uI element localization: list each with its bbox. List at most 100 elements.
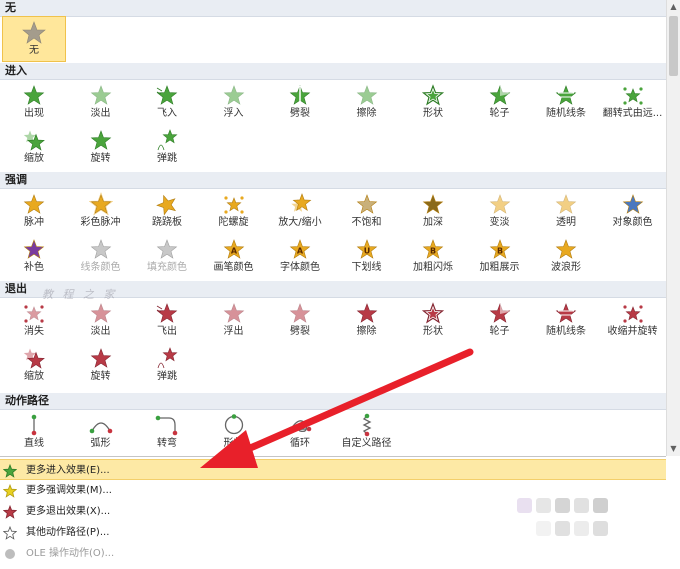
motion-effect-tile[interactable]: 直线: [1, 411, 67, 451]
emphasis-effect-tile[interactable]: 放大/缩小: [267, 190, 333, 230]
gallery-scrollbar[interactable]: ▲ ▼: [666, 0, 680, 456]
svg-text:B: B: [496, 247, 502, 256]
entrance-effect-label: 擦除: [356, 108, 377, 119]
exit-effect-tile[interactable]: 浮出: [201, 299, 267, 339]
exit-effect-label: 收缩并旋转: [607, 326, 658, 337]
exit-effect-tile[interactable]: 飞出: [134, 299, 200, 339]
emphasis-effect-label: 脉冲: [24, 217, 44, 228]
exit-effect-tile[interactable]: 收缩并旋转: [600, 299, 666, 339]
entrance-effect-tile[interactable]: 形状: [400, 81, 466, 121]
entrance-effect-tile[interactable]: 劈裂: [267, 81, 333, 121]
emphasis-effect-tile[interactable]: A 字体颜色: [267, 235, 333, 275]
red-fly-icon: [134, 301, 200, 325]
exit-effect-tile[interactable]: 旋转: [68, 344, 134, 384]
gold-desat-icon: [334, 192, 400, 216]
emphasis-effect-tile[interactable]: U 下划线: [334, 235, 400, 275]
entrance-effect-tile[interactable]: 旋转: [68, 126, 134, 166]
entrance-effect-tile[interactable]: 淡出: [68, 81, 134, 121]
red-disappear-icon: [1, 301, 67, 325]
red-fade-icon: [68, 301, 134, 325]
menu-item-more-effects[interactable]: 更多进入效果(E)...: [0, 459, 666, 480]
entrance-effect-tile[interactable]: 弹跳: [134, 126, 200, 166]
exit-effect-tile[interactable]: 随机线条: [533, 299, 599, 339]
entrance-effect-label: 轮子: [489, 108, 510, 119]
emphasis-effect-tile[interactable]: B 加粗展示: [467, 235, 533, 275]
emphasis-effect-label: 补色: [24, 262, 44, 273]
emphasis-effect-tile[interactable]: 填充颜色: [134, 235, 200, 275]
path-arc-icon: [68, 413, 134, 437]
emphasis-effect-tile[interactable]: 透明: [533, 190, 599, 230]
emphasis-effect-label: 加粗闪烁: [413, 262, 453, 273]
ole-icon: [3, 547, 17, 561]
exit-effect-tile[interactable]: 擦除: [334, 299, 400, 339]
green-star-icon: [2, 463, 18, 478]
emphasis-effect-tile[interactable]: 补色: [1, 235, 67, 275]
exit-effect-label: 浮出: [223, 326, 244, 337]
emphasis-effect-label: 不饱和: [351, 217, 382, 228]
entrance-effect-tile[interactable]: 浮入: [201, 81, 267, 121]
path-line-icon: [1, 413, 67, 437]
gold-a-icon: A: [267, 237, 333, 261]
menu-item-label: 更多强调效果(M)...: [26, 485, 112, 496]
red-light-icon: [267, 301, 333, 325]
emphasis-effect-tile[interactable]: 彩色脉冲: [68, 190, 134, 230]
motion-effect-tile[interactable]: 自定义路径: [334, 411, 400, 451]
entrance-effect-tile[interactable]: 轮子: [467, 81, 533, 121]
gold-u-icon: U: [334, 237, 400, 261]
entrance-effect-label: 旋转: [90, 153, 111, 164]
exit-effect-tile[interactable]: 缩放: [1, 344, 67, 384]
entrance-effect-label: 形状: [423, 108, 443, 119]
entrance-effect-tile[interactable]: 随机线条: [533, 81, 599, 121]
exit-effect-tile[interactable]: 弹跳: [134, 344, 200, 384]
blurred-logo: [515, 496, 645, 544]
effect-none-tile[interactable]: 无: [2, 16, 66, 62]
emphasis-effect-tile[interactable]: 不饱和: [334, 190, 400, 230]
exit-effect-tile[interactable]: 轮子: [467, 299, 533, 339]
scroll-down-icon[interactable]: ▼: [667, 442, 680, 455]
red-wheel-icon: [467, 301, 533, 325]
scroll-up-icon[interactable]: ▲: [667, 0, 680, 13]
emphasis-effect-tile[interactable]: 陀螺旋: [201, 190, 267, 230]
emphasis-effect-tile[interactable]: 波浪形: [533, 235, 599, 275]
exit-effect-tile[interactable]: 消失: [1, 299, 67, 339]
emphasis-effect-label: 加深: [423, 217, 443, 228]
motion-effect-tile[interactable]: 循环: [267, 411, 333, 451]
entrance-effect-label: 缩放: [24, 153, 44, 164]
emphasis-effect-tile[interactable]: 加深: [400, 190, 466, 230]
exit-effect-tile[interactable]: 劈裂: [267, 299, 333, 339]
entrance-effect-tile[interactable]: 飞入: [134, 81, 200, 121]
entrance-effect-tile[interactable]: 缩放: [1, 126, 67, 166]
exit-effect-label: 飞出: [157, 326, 177, 337]
exit-effect-tile[interactable]: 形状: [400, 299, 466, 339]
entrance-effect-tile[interactable]: 出现: [1, 81, 67, 121]
entrance-effect-tile[interactable]: 擦除: [334, 81, 400, 121]
path-shape-icon: [201, 413, 267, 437]
gold-icon: [533, 237, 599, 261]
scroll-thumb[interactable]: [669, 16, 678, 76]
emphasis-effect-tile[interactable]: 变淡: [467, 190, 533, 230]
gold-dark-icon: [400, 192, 466, 216]
emphasis-effect-tile[interactable]: B 加粗闪烁: [400, 235, 466, 275]
svg-text:U: U: [363, 247, 370, 256]
path-custom-icon: [334, 413, 400, 437]
emphasis-effect-tile[interactable]: 对象颜色: [600, 190, 666, 230]
motion-effect-tile[interactable]: 弧形: [68, 411, 134, 451]
exit-effect-label: 弹跳: [157, 371, 177, 382]
emphasis-effect-tile[interactable]: 脉冲: [1, 190, 67, 230]
emphasis-effect-tile[interactable]: 跷跷板: [134, 190, 200, 230]
emphasis-effect-tile[interactable]: A 画笔颜色: [201, 235, 267, 275]
entrance-effect-label: 翻转式由远...: [602, 108, 663, 119]
exit-effect-label: 轮子: [489, 326, 510, 337]
green-zoom-icon: [1, 128, 67, 152]
motion-effect-tile[interactable]: 转弯: [134, 411, 200, 451]
entrance-effect-label: 随机线条: [546, 108, 586, 119]
green-bounce-icon: [134, 128, 200, 152]
none-star-icon: [22, 21, 46, 44]
red-spin-icon: [600, 301, 666, 325]
exit-effect-tile[interactable]: 淡出: [68, 299, 134, 339]
motion-effect-tile[interactable]: 形状: [201, 411, 267, 451]
emphasis-effect-tile[interactable]: 线条颜色: [68, 235, 134, 275]
entrance-effect-tile[interactable]: 翻转式由远...: [600, 81, 666, 121]
menu-item-label: 更多退出效果(X)...: [26, 506, 111, 517]
exit-effect-label: 缩放: [24, 371, 44, 382]
